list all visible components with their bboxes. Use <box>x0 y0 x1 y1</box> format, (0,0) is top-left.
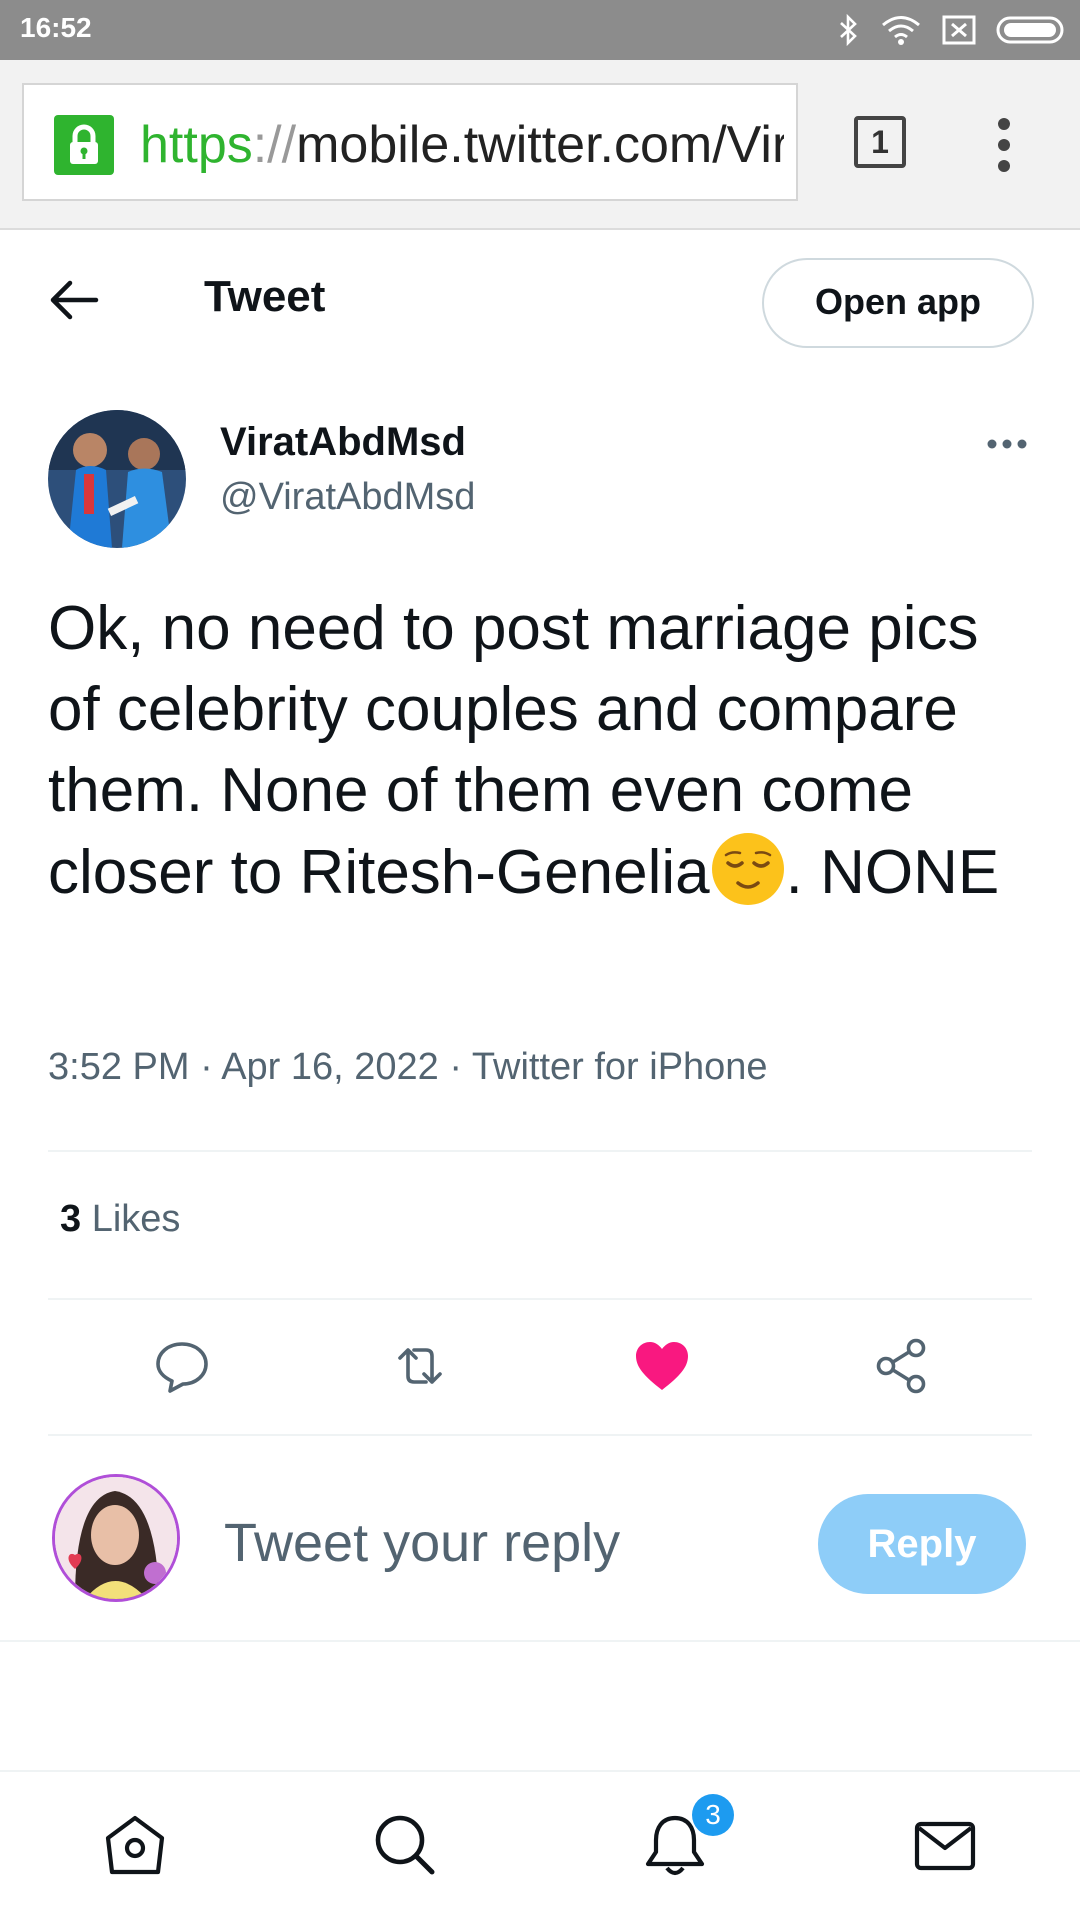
page-title: Tweet <box>204 272 326 321</box>
browser-toolbar: https://mobile.twitter.com/ViratAbdMsd 1 <box>0 60 1080 230</box>
divider <box>48 1150 1032 1152</box>
author-handle[interactable]: @ViratAbdMsd <box>220 476 475 519</box>
wifi-icon <box>882 16 920 45</box>
more-options-icon[interactable] <box>986 436 1028 452</box>
like-heart-icon[interactable] <box>632 1336 692 1396</box>
status-icons <box>838 10 1066 50</box>
reply-button[interactable]: Reply <box>818 1494 1026 1594</box>
likes-count[interactable]: 3 Likes <box>60 1198 180 1241</box>
messages-envelope-icon[interactable] <box>910 1810 980 1880</box>
divider <box>48 1434 1032 1436</box>
divider <box>48 1298 1032 1300</box>
notifications-badge: 3 <box>692 1794 734 1836</box>
status-bar: 16:52 <box>0 0 1080 60</box>
address-bar[interactable]: https://mobile.twitter.com/ViratAbdMsd <box>22 83 798 201</box>
retweet-icon[interactable] <box>390 1336 450 1396</box>
author-name[interactable]: ViratAbdMsd <box>220 420 466 465</box>
search-icon[interactable] <box>370 1810 440 1880</box>
bluetooth-icon <box>840 14 857 46</box>
user-avatar[interactable] <box>52 1474 180 1602</box>
tweet-timestamp[interactable]: 3:52 PM · Apr 16, 2022 · Twitter for iPh… <box>48 1046 768 1089</box>
bottom-navigation: 3 <box>0 1770 1080 1922</box>
battery-icon <box>996 16 1064 44</box>
reply-input[interactable]: Tweet your reply <box>224 1512 620 1574</box>
url-text[interactable]: https://mobile.twitter.com/ViratAbdMsd <box>140 113 784 177</box>
reply-icon[interactable] <box>152 1336 212 1396</box>
back-arrow-icon[interactable] <box>48 278 100 322</box>
share-icon[interactable] <box>872 1336 932 1396</box>
page-header: Tweet Open app <box>0 230 1080 370</box>
tweet-text: Ok, no need to post marriage pics of cel… <box>48 594 1000 907</box>
sim-icon <box>942 15 976 45</box>
browser-menu-icon[interactable] <box>996 116 1012 174</box>
lock-icon <box>54 115 114 175</box>
open-app-button[interactable]: Open app <box>762 258 1034 348</box>
relieved-face-emoji-icon <box>711 833 784 905</box>
status-time: 16:52 <box>20 12 92 43</box>
author-avatar[interactable] <box>48 410 186 548</box>
divider <box>0 1640 1080 1642</box>
tab-switcher-button[interactable]: 1 <box>854 116 906 168</box>
home-icon[interactable] <box>100 1810 170 1880</box>
